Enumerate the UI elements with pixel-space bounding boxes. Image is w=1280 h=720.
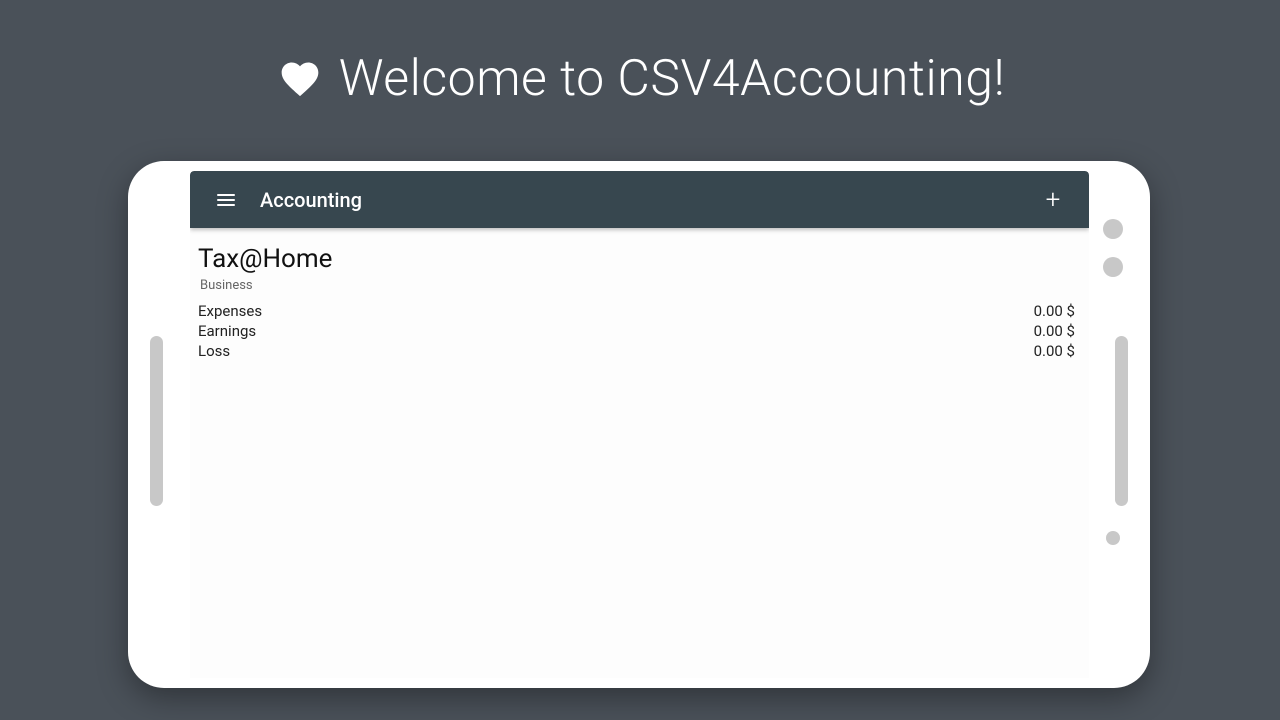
add-button[interactable]: + xyxy=(1033,180,1073,220)
device-left-handle xyxy=(150,336,163,506)
device-dot xyxy=(1103,219,1123,239)
app-bar: Accounting + xyxy=(190,171,1089,228)
summary-row: Loss 0.00 $ xyxy=(198,341,1075,361)
row-label: Loss xyxy=(198,342,230,360)
row-label: Earnings xyxy=(198,322,256,340)
document-subtitle: Business xyxy=(200,278,1075,293)
summary-row: Earnings 0.00 $ xyxy=(198,321,1075,341)
summary-row: Expenses 0.00 $ xyxy=(198,301,1075,321)
content-area: Tax@Home Business Expenses 0.00 $ Earnin… xyxy=(190,228,1089,361)
row-value: 0.00 $ xyxy=(1034,342,1075,360)
hero-title: Welcome to CSV4Accounting! xyxy=(339,50,1006,108)
row-label: Expenses xyxy=(198,302,262,320)
row-value: 0.00 $ xyxy=(1034,302,1075,320)
heart-icon xyxy=(275,57,325,101)
menu-button[interactable] xyxy=(206,180,246,220)
device-frame: Accounting + Tax@Home Business Expenses … xyxy=(128,161,1150,688)
appbar-title: Accounting xyxy=(260,188,1033,212)
row-value: 0.00 $ xyxy=(1034,322,1075,340)
device-dot xyxy=(1106,531,1120,545)
menu-icon xyxy=(217,194,235,206)
device-dot xyxy=(1103,257,1123,277)
device-right-scroll xyxy=(1115,336,1128,506)
hero-banner: Welcome to CSV4Accounting! xyxy=(0,50,1280,108)
summary-rows: Expenses 0.00 $ Earnings 0.00 $ Loss 0.0… xyxy=(198,301,1075,361)
app-screen: Accounting + Tax@Home Business Expenses … xyxy=(190,171,1089,678)
document-title[interactable]: Tax@Home xyxy=(198,244,1075,274)
plus-icon: + xyxy=(1046,185,1061,215)
